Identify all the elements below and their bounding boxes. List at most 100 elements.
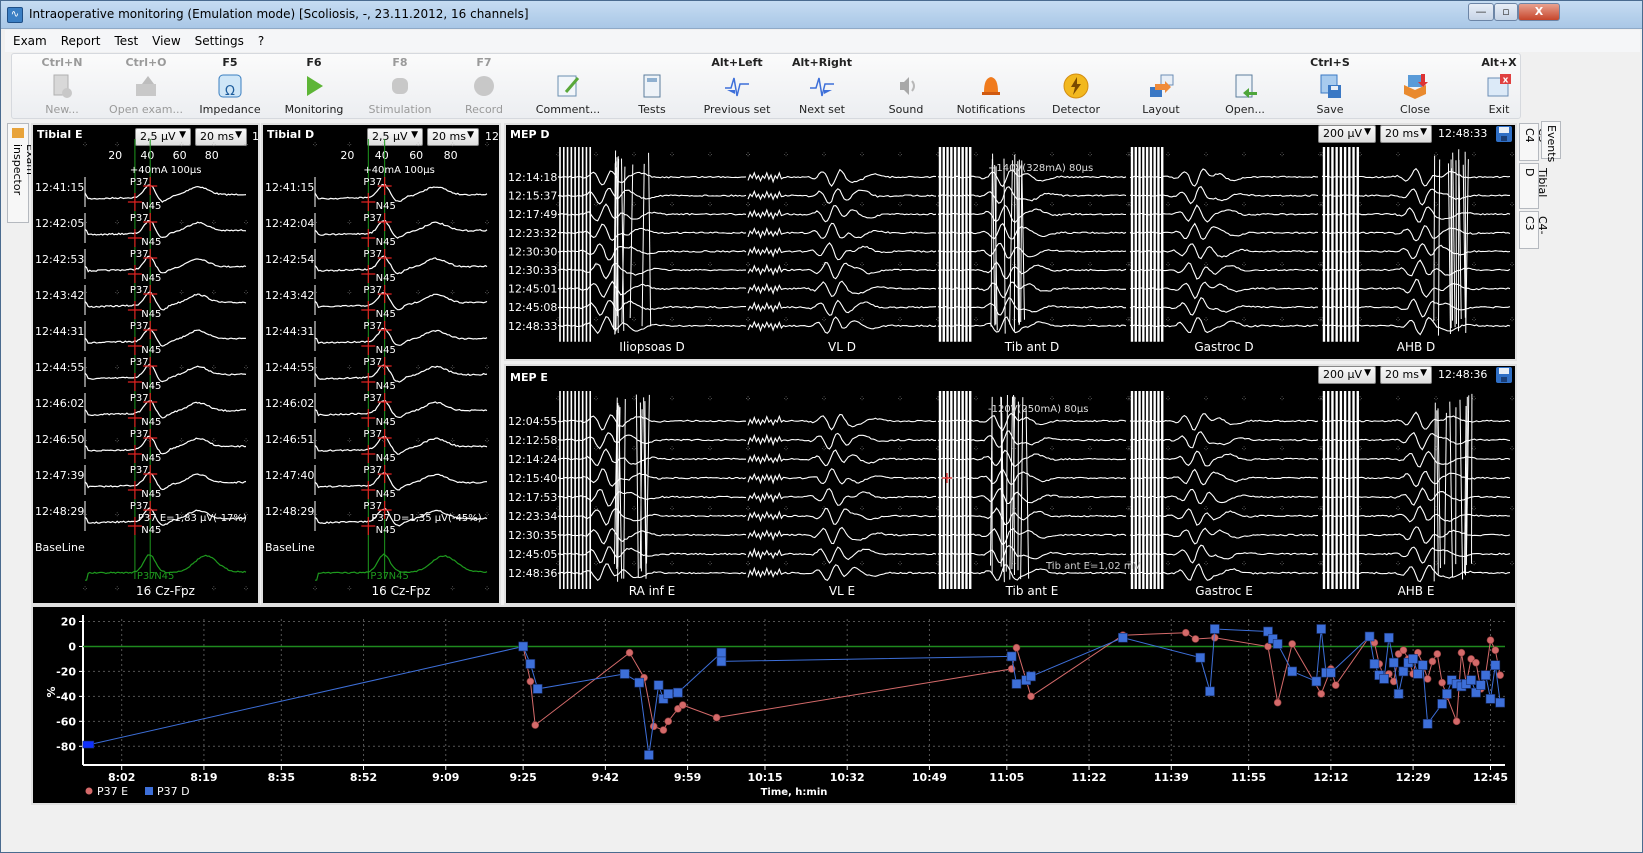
data-point[interactable] xyxy=(1191,635,1200,643)
data-point[interactable] xyxy=(1399,646,1408,654)
menu-help[interactable]: ? xyxy=(250,31,270,53)
toolbar-monitoring-button[interactable]: F6 Monitoring xyxy=(272,54,356,118)
tab-c4-c3[interactable]: C4-C3 xyxy=(1519,211,1549,249)
ssep-trace[interactable] xyxy=(84,327,247,347)
p37-marker[interactable] xyxy=(127,193,142,211)
tab-tibial-d[interactable]: Tibial D xyxy=(1519,163,1549,209)
mep-channel-ahb-e[interactable] xyxy=(1321,391,1511,589)
data-point[interactable] xyxy=(1491,646,1500,654)
data-point[interactable] xyxy=(644,750,654,760)
data-point[interactable] xyxy=(1466,675,1476,685)
data-point[interactable] xyxy=(1364,631,1375,642)
events-tab[interactable]: Events xyxy=(1541,121,1561,162)
ssep-trace[interactable] xyxy=(84,471,247,491)
toolbar-previous-set-button[interactable]: Alt+Left Previous set xyxy=(695,54,779,118)
tab-c3-c4[interactable]: C3-C4 xyxy=(1519,123,1549,161)
maximize-button[interactable]: ▫ xyxy=(1494,3,1518,21)
data-point[interactable] xyxy=(1264,642,1272,651)
data-point[interactable] xyxy=(1287,666,1297,677)
data-point[interactable] xyxy=(673,687,683,698)
ssep-trace[interactable] xyxy=(314,220,488,239)
data-point[interactable] xyxy=(525,659,536,669)
toolbar-record-button[interactable]: F7 Record xyxy=(442,54,526,118)
data-point[interactable] xyxy=(1388,657,1399,668)
ssep-trace[interactable] xyxy=(314,183,488,203)
ssep-trace[interactable] xyxy=(314,292,488,311)
data-point[interactable] xyxy=(678,701,687,709)
p37-marker[interactable] xyxy=(127,373,142,391)
menu-test[interactable]: Test xyxy=(107,31,145,53)
data-point[interactable] xyxy=(1209,624,1220,634)
data-point[interactable] xyxy=(1408,654,1418,664)
mep-trace[interactable] xyxy=(747,449,937,467)
menu-settings[interactable]: Settings xyxy=(187,31,250,53)
ssep-trace[interactable] xyxy=(84,399,247,419)
data-point[interactable] xyxy=(1476,680,1486,690)
minimize-button[interactable]: — xyxy=(1468,3,1494,21)
mep-trace[interactable] xyxy=(747,468,937,485)
data-point[interactable] xyxy=(1442,689,1452,699)
data-point[interactable] xyxy=(1495,697,1505,708)
data-point[interactable] xyxy=(1452,717,1461,726)
toolbar-notifications-button[interactable]: Notifications xyxy=(949,54,1033,118)
data-point[interactable] xyxy=(1433,650,1442,658)
ssep-trace[interactable] xyxy=(314,255,488,275)
data-point[interactable] xyxy=(1181,628,1190,637)
data-point[interactable] xyxy=(1417,660,1428,670)
mep-trace[interactable] xyxy=(747,188,937,204)
mep-channel-vl-d[interactable] xyxy=(747,168,937,334)
data-point[interactable] xyxy=(1393,689,1404,699)
mep-channel-iliopsoas-d[interactable] xyxy=(557,147,747,342)
close-window-button[interactable]: X xyxy=(1518,3,1560,21)
mep-channel-vl-e[interactable] xyxy=(747,413,937,581)
mep-trace[interactable] xyxy=(747,507,937,525)
mep-channel-tib-ant-d[interactable] xyxy=(937,147,1127,342)
data-point[interactable] xyxy=(526,677,535,686)
toolbar-close-button[interactable]: Close xyxy=(1373,54,1457,118)
mep-trace[interactable] xyxy=(747,413,937,431)
mep-channel-ra-inf-e[interactable] xyxy=(557,391,747,589)
ssep-trace[interactable] xyxy=(314,435,488,455)
data-point[interactable] xyxy=(1437,699,1447,709)
data-point[interactable] xyxy=(1422,719,1433,729)
mep-trace[interactable] xyxy=(747,168,937,188)
data-point[interactable] xyxy=(1413,669,1423,679)
mep-trace[interactable] xyxy=(747,205,937,223)
data-point[interactable] xyxy=(1205,686,1215,697)
mep-trace[interactable] xyxy=(747,222,937,240)
mep-trace[interactable] xyxy=(747,280,937,298)
data-point[interactable] xyxy=(531,721,540,729)
data-point[interactable] xyxy=(82,740,95,749)
mep-trace[interactable] xyxy=(747,546,937,564)
mep-trace[interactable] xyxy=(747,299,937,316)
data-point[interactable] xyxy=(649,722,658,731)
data-point[interactable] xyxy=(1423,675,1432,683)
data-point[interactable] xyxy=(716,647,727,658)
data-point[interactable] xyxy=(1118,632,1128,643)
toolbar-impedance-button[interactable]: F5 Ω Impedance xyxy=(188,54,272,118)
exam-inspector-tab[interactable]: Exam inspector xyxy=(7,123,37,223)
data-point[interactable] xyxy=(653,680,664,690)
mep-channel-tib-ant-e[interactable] xyxy=(937,391,1127,589)
toolbar-open-button[interactable]: Open... xyxy=(1203,54,1287,118)
ssep-trace[interactable] xyxy=(314,327,488,346)
data-point[interactable] xyxy=(663,689,674,699)
toolbar-exit-button[interactable]: Alt+X x Exit xyxy=(1457,54,1541,118)
data-point[interactable] xyxy=(664,717,673,726)
data-point[interactable] xyxy=(1311,676,1322,687)
toolbar-tests-button[interactable]: Tests xyxy=(610,54,694,118)
data-point[interactable] xyxy=(1011,679,1022,689)
data-point[interactable] xyxy=(1485,694,1496,704)
toolbar-open-exam-button[interactable]: Ctrl+O Open exam... xyxy=(104,54,188,118)
data-point[interactable] xyxy=(1316,624,1327,634)
data-point[interactable] xyxy=(1480,670,1491,680)
data-point[interactable] xyxy=(659,726,668,734)
ssep-trace[interactable] xyxy=(314,364,488,383)
ssep-trace[interactable] xyxy=(84,291,247,311)
ssep-trace[interactable] xyxy=(84,435,247,455)
data-point[interactable] xyxy=(1457,648,1466,657)
toolbar-next-set-button[interactable]: Alt+Right Next set xyxy=(780,54,864,118)
data-point[interactable] xyxy=(1398,666,1409,677)
ssep-trace[interactable] xyxy=(84,363,247,383)
mep-channel-gastroc-e[interactable] xyxy=(1129,391,1319,589)
